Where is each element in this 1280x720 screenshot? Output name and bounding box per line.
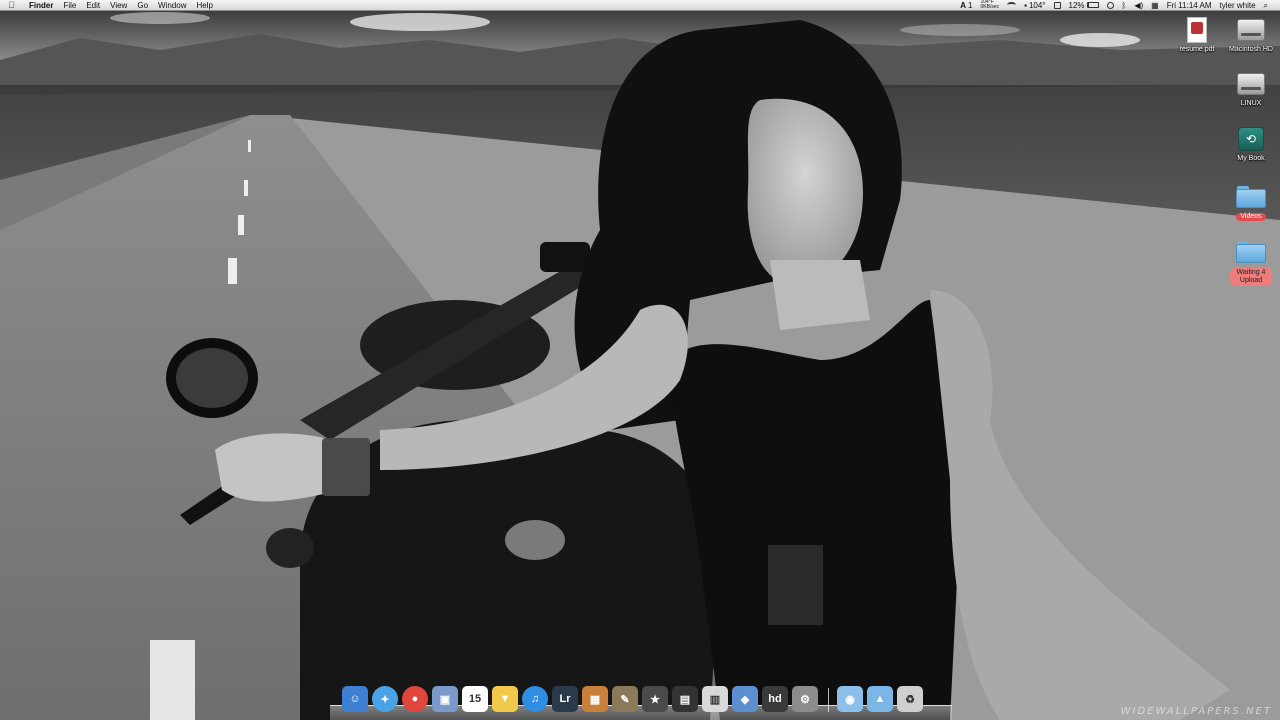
menu-bar:  Finder File Edit View Go Window Help A… [0,0,1280,11]
desktop-icon-label: My Book [1237,155,1265,162]
menu-go[interactable]: Go [132,0,153,11]
desktop-icon-label: LINUX [1240,100,1262,107]
spotlight-search-icon: ⌕ [1263,0,1268,10]
lightroom-icon[interactable]: Lr [552,686,578,712]
desktop-icon-my-book[interactable]: ⟲ My Book [1227,125,1275,163]
safari-icon[interactable]: ✦ [372,686,398,712]
cyberduck-icon[interactable]: ▼ [492,686,518,712]
menu-help[interactable]: Help [191,0,217,11]
desktop-icon-videos[interactable]: Videos [1227,183,1275,221]
menu-file[interactable]: File [58,0,81,11]
status-area: A 1 104°F 0KB/sec ▪ 104° 12% ᛒ ◀) ▦ Fri … [956,0,1280,11]
xcode-icon[interactable]: ◆ [732,686,758,712]
status-badge-item[interactable]: A 1 [956,0,976,11]
desktop-icon-resume[interactable]: resume.pdf [1173,16,1221,54]
trash-icon[interactable]: ♻ [897,686,923,712]
time-machine-status[interactable] [1103,1,1118,9]
folder-icon [1236,186,1266,208]
chrome-icon[interactable]: ● [402,686,428,712]
clapboard-icon[interactable]: ▥ [702,686,728,712]
finder-icon[interactable]: ☺ [342,686,368,712]
keyboard-flag-icon: ▦ [1151,0,1159,10]
clock[interactable]: Fri 11:14 AM [1163,0,1216,11]
wifi-status[interactable] [1003,2,1020,8]
desktop-icon-macintosh-hd[interactable]: Macintosh HD [1227,16,1275,54]
input-source-status[interactable]: ▦ [1147,0,1163,11]
desktop-icon-label: Macintosh HD [1229,46,1273,53]
desktop-icon-waiting-4-upload[interactable]: Waiting 4 Upload [1227,238,1275,286]
bluetooth-icon: ᛒ [1121,0,1127,10]
dock: ☺ ✦ ● ▣ 15 ▼ ♫ Lr ▦ ✎ ★ ▤ ▥ ◆ hd ⚙ ◉ ▲ ♻ [330,680,952,720]
menu-window[interactable]: Window [153,0,191,11]
settings-app-icon[interactable]: ⚙ [792,686,818,712]
desktop-icon-linux[interactable]: LINUX [1227,70,1275,108]
time-machine-drive-icon: ⟲ [1238,127,1264,151]
volume-icon: ◀) [1134,0,1144,10]
hd-app-icon[interactable]: hd [762,686,788,712]
dock-separator [828,688,829,712]
desktop-icon-label: Waiting 4 Upload [1230,268,1272,286]
iphoto-icon[interactable]: ▦ [582,686,608,712]
hard-drive-icon [1237,73,1265,95]
menu-view[interactable]: View [105,0,132,11]
dropbox-icon [1053,1,1061,9]
imovie-icon[interactable]: ★ [642,686,668,712]
dock-icons: ☺ ✦ ● ▣ 15 ▼ ♫ Lr ▦ ✎ ★ ▤ ▥ ◆ hd ⚙ ◉ ▲ ♻ [342,682,927,712]
battery-icon [1086,2,1099,8]
final-cut-icon[interactable]: ▤ [672,686,698,712]
spotlight-search[interactable]: ⌕ [1260,0,1272,11]
battery-percent: 12% [1068,0,1085,10]
wallpaper-image [0,0,1280,720]
user-menu[interactable]: tyler white [1216,0,1260,11]
applications-folder-icon[interactable]: ▲ [867,686,893,712]
adobe-status-icon: A [960,0,967,10]
dropbox-status[interactable] [1050,1,1065,9]
preview-icon[interactable]: ▣ [432,686,458,712]
wallpaper-watermark: WIDEWALLPAPERS.NET [1120,706,1272,717]
hard-drive-icon [1237,19,1265,41]
itunes-icon[interactable]: ♫ [522,686,548,712]
time-machine-icon [1106,1,1114,9]
downloads-stack-icon[interactable]: ◉ [837,686,863,712]
menu-edit[interactable]: Edit [81,0,105,11]
volume-status[interactable]: ◀) [1130,0,1147,11]
bluetooth-status[interactable]: ᛒ [1118,0,1131,11]
system-monitor-item[interactable]: 104°F 0KB/sec [977,0,1004,10]
pdf-document-icon [1187,17,1207,43]
desktop-icon-label: resume.pdf [1179,46,1215,53]
desktop-wallpaper: WIDEWALLPAPERS.NET [0,0,1280,720]
cpu-icon: ▪ [1024,0,1027,10]
apple-menu-icon[interactable]:  [7,0,16,10]
calendar-icon[interactable]: 15 [462,686,488,712]
temperature-value: 104° [1028,0,1046,10]
wifi-icon [1007,2,1017,8]
monitor-net-small: 0KB/sec [980,4,1000,10]
desktop-icon-label: Videos [1236,213,1266,221]
status-badge-count: 1 [968,0,973,10]
gimp-icon[interactable]: ✎ [612,686,638,712]
menu-app-name[interactable]: Finder [24,0,58,11]
battery-status[interactable]: 12% [1065,0,1103,11]
temperature-status[interactable]: ▪ 104° [1020,0,1049,11]
folder-icon [1236,241,1266,263]
